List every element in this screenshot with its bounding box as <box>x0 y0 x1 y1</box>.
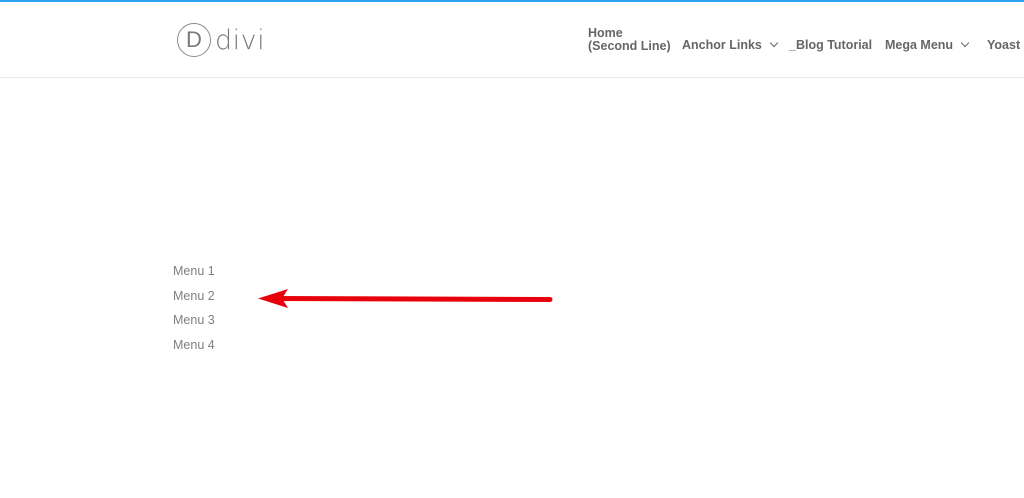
logo-mark-icon: D <box>177 23 211 57</box>
list-item: Menu 2 <box>173 287 215 312</box>
page: D divi Home (Second Line) Anchor Links _… <box>0 0 1024 498</box>
nav-item-mega-menu[interactable]: Mega Menu <box>885 38 970 52</box>
nav-item-yoast[interactable]: Yoast <box>987 38 1020 52</box>
nav-item-label: Mega Menu <box>885 38 954 52</box>
chevron-down-icon <box>769 38 779 48</box>
nav-item-anchor-links[interactable]: Anchor Links <box>682 38 779 52</box>
nav-item-home[interactable]: Home (Second Line) <box>588 27 671 53</box>
vertical-menu: Menu 1 Menu 2 Menu 3 Menu 4 <box>173 262 215 360</box>
chevron-down-icon <box>960 38 970 48</box>
logo-wordmark: divi <box>215 24 266 56</box>
list-item: Menu 1 <box>173 262 215 287</box>
site-header: D divi Home (Second Line) Anchor Links _… <box>0 2 1024 78</box>
nav-item-label: _Blog Tutorial <box>789 38 873 52</box>
site-logo[interactable]: D divi <box>177 22 265 58</box>
nav-item-home-line2: (Second Line) <box>588 39 671 53</box>
arrow-shaft <box>274 295 553 302</box>
nav-item-blog-tutorial[interactable]: _Blog Tutorial <box>789 38 872 52</box>
nav-item-label: Anchor Links <box>682 38 762 52</box>
nav-item-label: Yoast <box>987 38 1021 52</box>
menu-link-2[interactable]: Menu 2 <box>173 289 215 303</box>
menu-link-4[interactable]: Menu 4 <box>173 338 215 352</box>
menu-link-1[interactable]: Menu 1 <box>173 264 215 278</box>
list-item: Menu 3 <box>173 311 215 336</box>
list-item: Menu 4 <box>173 336 215 361</box>
arrow-left-icon <box>258 289 553 308</box>
menu-link-3[interactable]: Menu 3 <box>173 313 215 327</box>
